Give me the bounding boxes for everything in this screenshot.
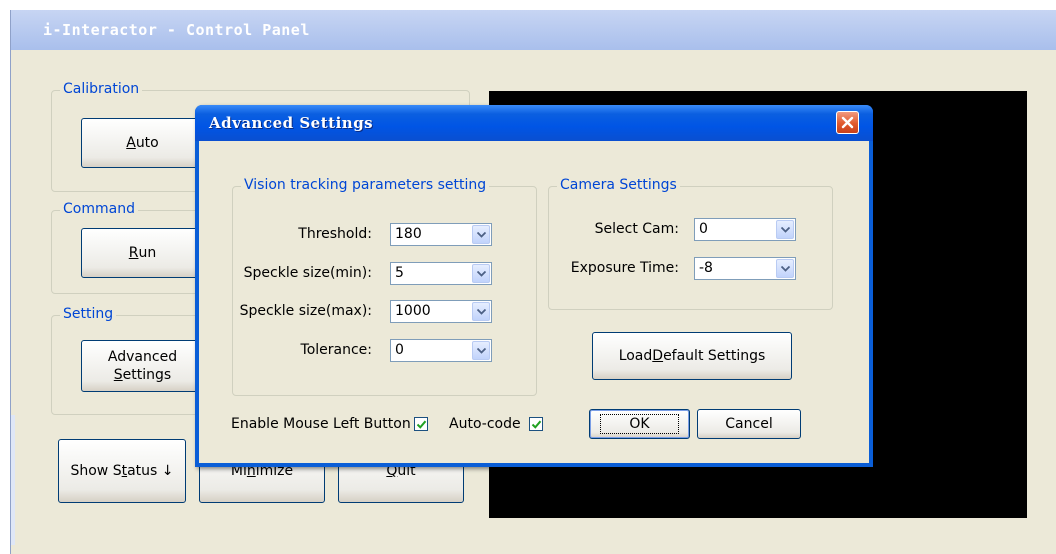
speckle-max-value: 1000 (395, 303, 431, 319)
main-window-title: i-Interactor - Control Panel (43, 21, 310, 39)
select-cam-select[interactable]: 0 (694, 218, 796, 241)
vision-tracking-group: Vision tracking parameters setting (232, 177, 537, 396)
show-status-button[interactable]: Show St atus ↓ (58, 439, 186, 503)
speckle-min-value: 5 (395, 265, 404, 281)
chevron-down-icon[interactable] (776, 220, 794, 239)
vision-tracking-group-label: Vision tracking parameters setting (241, 177, 490, 193)
left-edge-strip (11, 415, 15, 545)
ok-button[interactable]: OK (589, 409, 690, 439)
camera-settings-group: Camera Settings (548, 177, 833, 310)
close-icon[interactable] (836, 111, 859, 134)
main-title-bar[interactable]: i-Interactor - Control Panel (11, 10, 1056, 50)
dialog-title: Advanced Settings (209, 114, 374, 132)
exposure-time-label: Exposure Time: (570, 260, 679, 276)
threshold-label: Threshold: (298, 226, 372, 242)
speckle-min-select[interactable]: 5 (390, 262, 492, 285)
enable-mouse-left-checkbox[interactable] (414, 417, 428, 431)
auto-button[interactable]: Auto (81, 118, 204, 168)
run-button[interactable]: Run (81, 228, 204, 278)
advanced-settings-button[interactable]: Advanced Settings (81, 340, 204, 392)
speckle-min-label: Speckle size(min): (243, 265, 372, 281)
speckle-max-label: Speckle size(max): (239, 303, 372, 319)
chevron-down-icon[interactable] (472, 341, 490, 360)
chevron-down-icon[interactable] (776, 259, 794, 278)
cancel-button[interactable]: Cancel (697, 409, 801, 439)
command-group-label: Command (60, 201, 138, 217)
load-default-settings-button[interactable]: Load Default Settings (592, 332, 792, 380)
auto-code-label: Auto-code (449, 416, 521, 432)
advanced-settings-dialog: Advanced Settings Vision tracking parame… (195, 105, 873, 467)
select-cam-value: 0 (699, 221, 708, 237)
chevron-down-icon[interactable] (472, 264, 490, 283)
dialog-title-bar[interactable]: Advanced Settings (195, 105, 873, 141)
setting-group-label: Setting (60, 306, 117, 322)
auto-code-checkbox[interactable] (529, 417, 543, 431)
exposure-time-value: -8 (699, 260, 713, 276)
select-cam-label: Select Cam: (594, 221, 679, 237)
chevron-down-icon[interactable] (472, 302, 490, 321)
calibration-group-label: Calibration (60, 81, 143, 97)
chevron-down-icon[interactable] (472, 225, 490, 244)
dialog-body: Vision tracking parameters setting Thres… (199, 141, 869, 463)
enable-mouse-left-label: Enable Mouse Left Button (231, 416, 411, 432)
camera-settings-group-label: Camera Settings (557, 177, 680, 193)
threshold-value: 180 (395, 226, 422, 242)
exposure-time-select[interactable]: -8 (694, 257, 796, 280)
threshold-select[interactable]: 180 (390, 223, 492, 246)
tolerance-select[interactable]: 0 (390, 339, 492, 362)
tolerance-label: Tolerance: (300, 342, 372, 358)
tolerance-value: 0 (395, 342, 404, 358)
speckle-max-select[interactable]: 1000 (390, 300, 492, 323)
